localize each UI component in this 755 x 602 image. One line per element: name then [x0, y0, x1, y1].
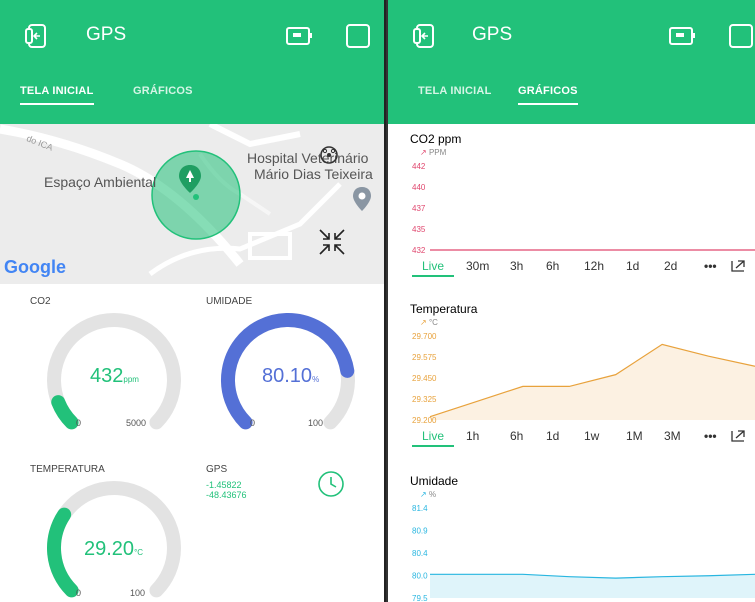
humidity-tick-label: 81.4	[412, 504, 428, 513]
co2-period-[interactable]: •••	[704, 259, 717, 273]
humidity-tick-label: 80.0	[412, 572, 428, 581]
co2-chart: CO2 ppm ↗ PPM 442 440 437 435 432 Live 30m 3h 6h…	[388, 130, 755, 300]
right-phone-screen: GPS TELA INICIAL GRÁFICOS CO2 ppm ↗ PPM …	[388, 0, 755, 602]
temperature-period-[interactable]: •••	[704, 429, 717, 443]
humidity-gauge-max: 100	[308, 418, 324, 428]
humidity-chart: Umidade ↗ % 81.4 80.9 80.4 80.0 79.5	[388, 470, 755, 602]
co2-tick-label: 432	[412, 246, 426, 255]
co2-tick-label: 440	[412, 183, 426, 192]
temperature-period-1m[interactable]: 1M	[626, 429, 643, 443]
co2-period-1d[interactable]: 1d	[626, 259, 639, 273]
gps-latitude: -1.45822	[206, 480, 242, 490]
co2-gauge-fill	[51, 395, 79, 430]
tab-home[interactable]: TELA INICIAL	[20, 85, 94, 105]
humidity-gauge-min: 0	[250, 418, 256, 428]
locate-icon[interactable]	[316, 142, 342, 168]
place-pin-icon[interactable]	[178, 164, 202, 194]
temperature-chart: Temperatura ↗ °C 29.700 29.575 29.450 29.32…	[388, 300, 755, 470]
temperature-period-underline	[412, 445, 454, 447]
tab-bar-right: TELA INICIAL GRÁFICOS	[388, 85, 755, 115]
co2-period-12h[interactable]: 12h	[584, 259, 604, 273]
gps-label: GPS	[206, 464, 228, 475]
temperature-gauge-fill	[47, 507, 79, 598]
humidity-gauge-value: 80.10%	[262, 365, 320, 387]
temperature-gauge-label: TEMPERATURA	[30, 464, 105, 475]
temperature-tick-label: 29.450	[412, 374, 437, 383]
temperature-gauge-max: 100	[130, 588, 146, 598]
temperature-period-1h[interactable]: 1h	[466, 429, 479, 443]
humidity-tick-label: 80.9	[412, 527, 428, 536]
map-marker-icon[interactable]	[352, 186, 372, 212]
temperature-expand-icon[interactable]	[731, 430, 745, 442]
humidity-tick-label: 79.5	[412, 594, 428, 602]
co2-period-live[interactable]: Live	[422, 259, 444, 273]
co2-gauge-min: 0	[76, 418, 82, 428]
tab-bar: TELA INICIAL GRÁFICOS	[0, 85, 384, 115]
gps-longitude: -48.43676	[206, 490, 247, 500]
app-title: GPS	[472, 24, 513, 45]
hospital-label-line1: Hospital Veterinário	[247, 150, 369, 166]
temperature-plot[interactable]: 29.70029.57529.45029.32529.200Live 1h 6h 1d…	[388, 300, 755, 470]
square-menu-icon[interactable]	[345, 23, 371, 49]
temperature-gauge-value: 29.20°C	[84, 538, 144, 560]
google-logo: Google	[4, 257, 66, 277]
tab-home[interactable]: TELA INICIAL	[418, 85, 492, 103]
co2-tick-label: 435	[412, 225, 426, 234]
co2-gauge-label: CO2	[30, 296, 51, 307]
left-phone-screen: GPS TELA INICIAL GRÁFICOS do ICA Espaço …	[0, 0, 386, 602]
temperature-tick-label: 29.325	[412, 395, 437, 404]
device-icon[interactable]	[284, 23, 314, 49]
back-icon[interactable]	[24, 23, 50, 49]
app-title: GPS	[86, 24, 127, 45]
back-icon[interactable]	[412, 23, 438, 49]
device-icon[interactable]	[667, 23, 697, 49]
temperature-tick-label: 29.575	[412, 353, 437, 362]
clock-icon[interactable]	[317, 470, 345, 498]
app-bar: GPS TELA INICIAL GRÁFICOS	[0, 0, 384, 124]
co2-period-2d[interactable]: 2d	[664, 259, 677, 273]
temperature-period-live[interactable]: Live	[422, 429, 444, 443]
temperature-period-1d[interactable]: 1d	[546, 429, 559, 443]
temperature-period-6h[interactable]: 6h	[510, 429, 523, 443]
place-label: Espaço Ambiental	[44, 174, 157, 190]
co2-period-30m[interactable]: 30m	[466, 259, 489, 273]
collapse-map-icon[interactable]	[318, 228, 346, 256]
temperature-tick-label: 29.700	[412, 332, 437, 341]
co2-gauge-value: 432ppm	[90, 365, 139, 387]
tab-charts[interactable]: GRÁFICOS	[518, 85, 578, 105]
co2-plot[interactable]: 442 440 437 435 432 Live 30m 3h 6h 12h 1d 2d •••	[388, 130, 755, 300]
co2-tick-label: 442	[412, 162, 426, 171]
co2-expand-icon[interactable]	[731, 260, 745, 272]
map-widget[interactable]: do ICA Espaço Ambiental Hospital Veterin…	[0, 124, 384, 284]
app-bar-right: GPS TELA INICIAL GRÁFICOS	[388, 0, 755, 124]
co2-tick-label: 437	[412, 204, 426, 213]
tab-charts[interactable]: GRÁFICOS	[133, 85, 193, 103]
co2-period-underline	[412, 275, 454, 277]
hospital-label-line2: Mário Dias Teixeira	[254, 166, 373, 182]
humidity-tick-label: 80.4	[412, 549, 428, 558]
temperature-period-1w[interactable]: 1w	[584, 429, 600, 443]
square-menu-icon[interactable]	[728, 23, 754, 49]
humidity-plot[interactable]: 81.4 80.9 80.4 80.0 79.5	[388, 470, 755, 602]
humidity-gauge-label: UMIDADE	[206, 296, 253, 307]
temperature-gauge-min: 0	[76, 588, 82, 598]
temperature-period-3m[interactable]: 3M	[664, 429, 681, 443]
co2-period-3h[interactable]: 3h	[510, 259, 523, 273]
co2-period-6h[interactable]: 6h	[546, 259, 559, 273]
co2-gauge-max: 5000	[126, 418, 147, 428]
